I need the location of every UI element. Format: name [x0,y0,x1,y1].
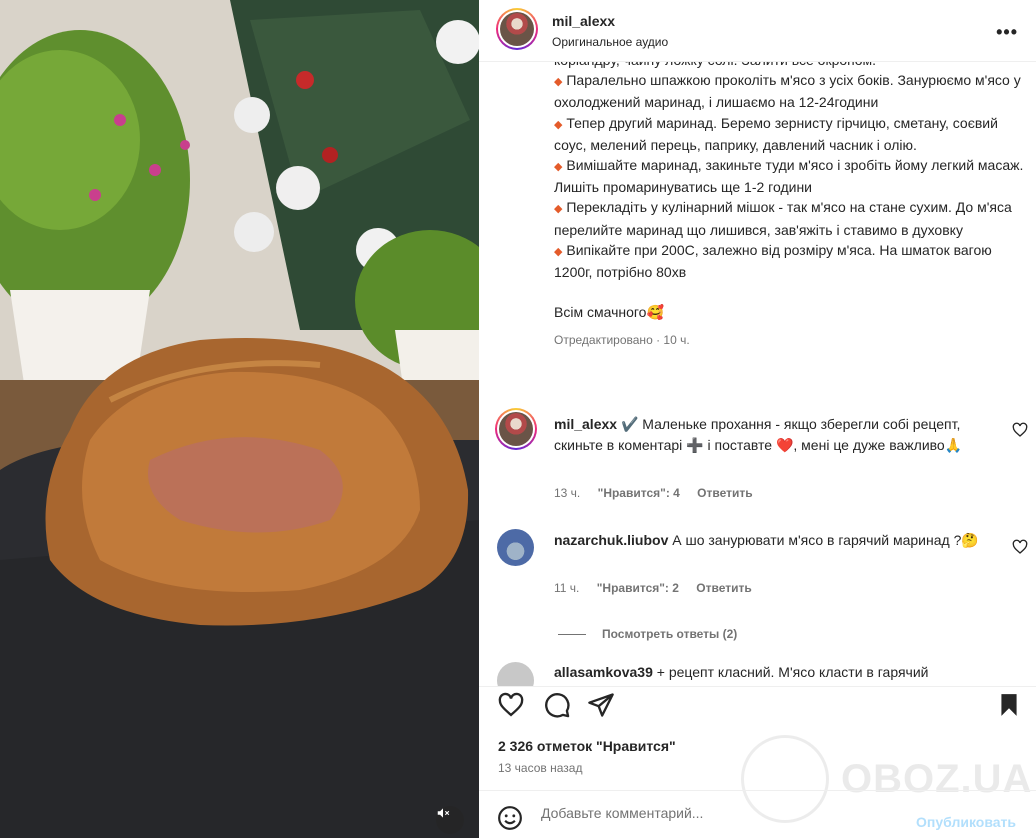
view-replies-button[interactable]: Посмотреть ответы (2) [558,627,737,641]
caption-line: ◆ Випікайте при 200С, залежно від розмір… [554,241,992,281]
reply-button[interactable]: Ответить [696,581,751,595]
comment-username[interactable]: nazarchuk.liubov [554,532,668,548]
roast-meat-photo [0,0,479,838]
author-avatar[interactable] [496,8,538,50]
audio-label[interactable]: Оригинальное аудио [552,35,668,49]
likes-count[interactable]: 2 326 отметок "Нравится" [498,738,676,754]
comment-avatar[interactable] [497,529,534,566]
post-time[interactable]: 13 часов назад [498,761,582,775]
caption-line: ◆ Паралельно шпажкою проколіть м'ясо з у… [554,72,1021,111]
comment-text: А шо занурювати м'ясо в гарячий маринад … [672,532,979,548]
like-heart-icon[interactable] [497,691,525,719]
diamond-icon: ◆ [554,245,563,258]
caption-closing: Всім смачного🥰 [554,304,664,321]
post-header: mil_alexx Оригинальное аудио ••• [479,0,1036,62]
comments-scroll-area[interactable]: коріандру, чайну ложку солі. Залити все … [479,62,1036,686]
post-actions-bar [479,686,1036,724]
mute-button[interactable] [436,806,464,834]
post-panel: mil_alexx Оригинальное аудио ••• коріанд… [479,0,1036,838]
diamond-icon: ◆ [554,118,563,131]
caption-line: коріандру, чайну ложку солі. Залити все … [554,62,1024,70]
author-username[interactable]: mil_alexx [552,13,615,29]
comment-likes[interactable]: "Нравится": 4 [598,486,680,500]
comment-bubble-icon[interactable] [543,691,571,719]
comment-text: + рецепт класний. М'ясо класти в гарячий [656,664,929,680]
comment-likes[interactable]: "Нравится": 2 [597,581,679,595]
more-options-icon[interactable]: ••• [996,22,1018,43]
diamond-icon: ◆ [554,76,563,89]
comment-input[interactable] [541,805,901,821]
share-paper-plane-icon[interactable] [587,691,615,719]
post-caption: коріандру, чайну ложку солі. Залити все … [554,62,1024,351]
muted-speaker-icon [437,808,450,818]
comment-username[interactable]: allasamkova39 [554,664,653,680]
comment-time: 11 ч. [554,581,580,595]
add-comment-bar: Опубликовать [479,790,1036,838]
caption-line: ◆ Тепер другий маринад. Беремо зернисту … [554,114,998,153]
like-comment-heart-icon[interactable] [1012,539,1028,555]
comment-username[interactable]: mil_alexx [554,416,617,432]
comment-avatar[interactable] [497,662,534,686]
publish-button[interactable]: Опубликовать [916,814,1016,830]
diamond-icon: ◆ [554,161,563,174]
post-media[interactable] [0,0,479,838]
edited-label: Отредактировано · 10 ч. [554,333,690,348]
emoji-smile-icon[interactable] [497,805,523,831]
like-comment-heart-icon[interactable] [1012,422,1028,438]
diamond-icon: ◆ [554,203,563,216]
caption-line: ◆ Вимішайте маринад, закиньте туди м'ясо… [554,157,1024,196]
caption-line: ◆ Перекладіть у кулінарний мішок - так м… [554,199,1012,238]
reply-button[interactable]: Ответить [697,486,752,500]
comment-time: 13 ч. [554,486,581,500]
save-bookmark-icon[interactable] [996,691,1022,719]
comment-avatar[interactable] [495,408,537,450]
